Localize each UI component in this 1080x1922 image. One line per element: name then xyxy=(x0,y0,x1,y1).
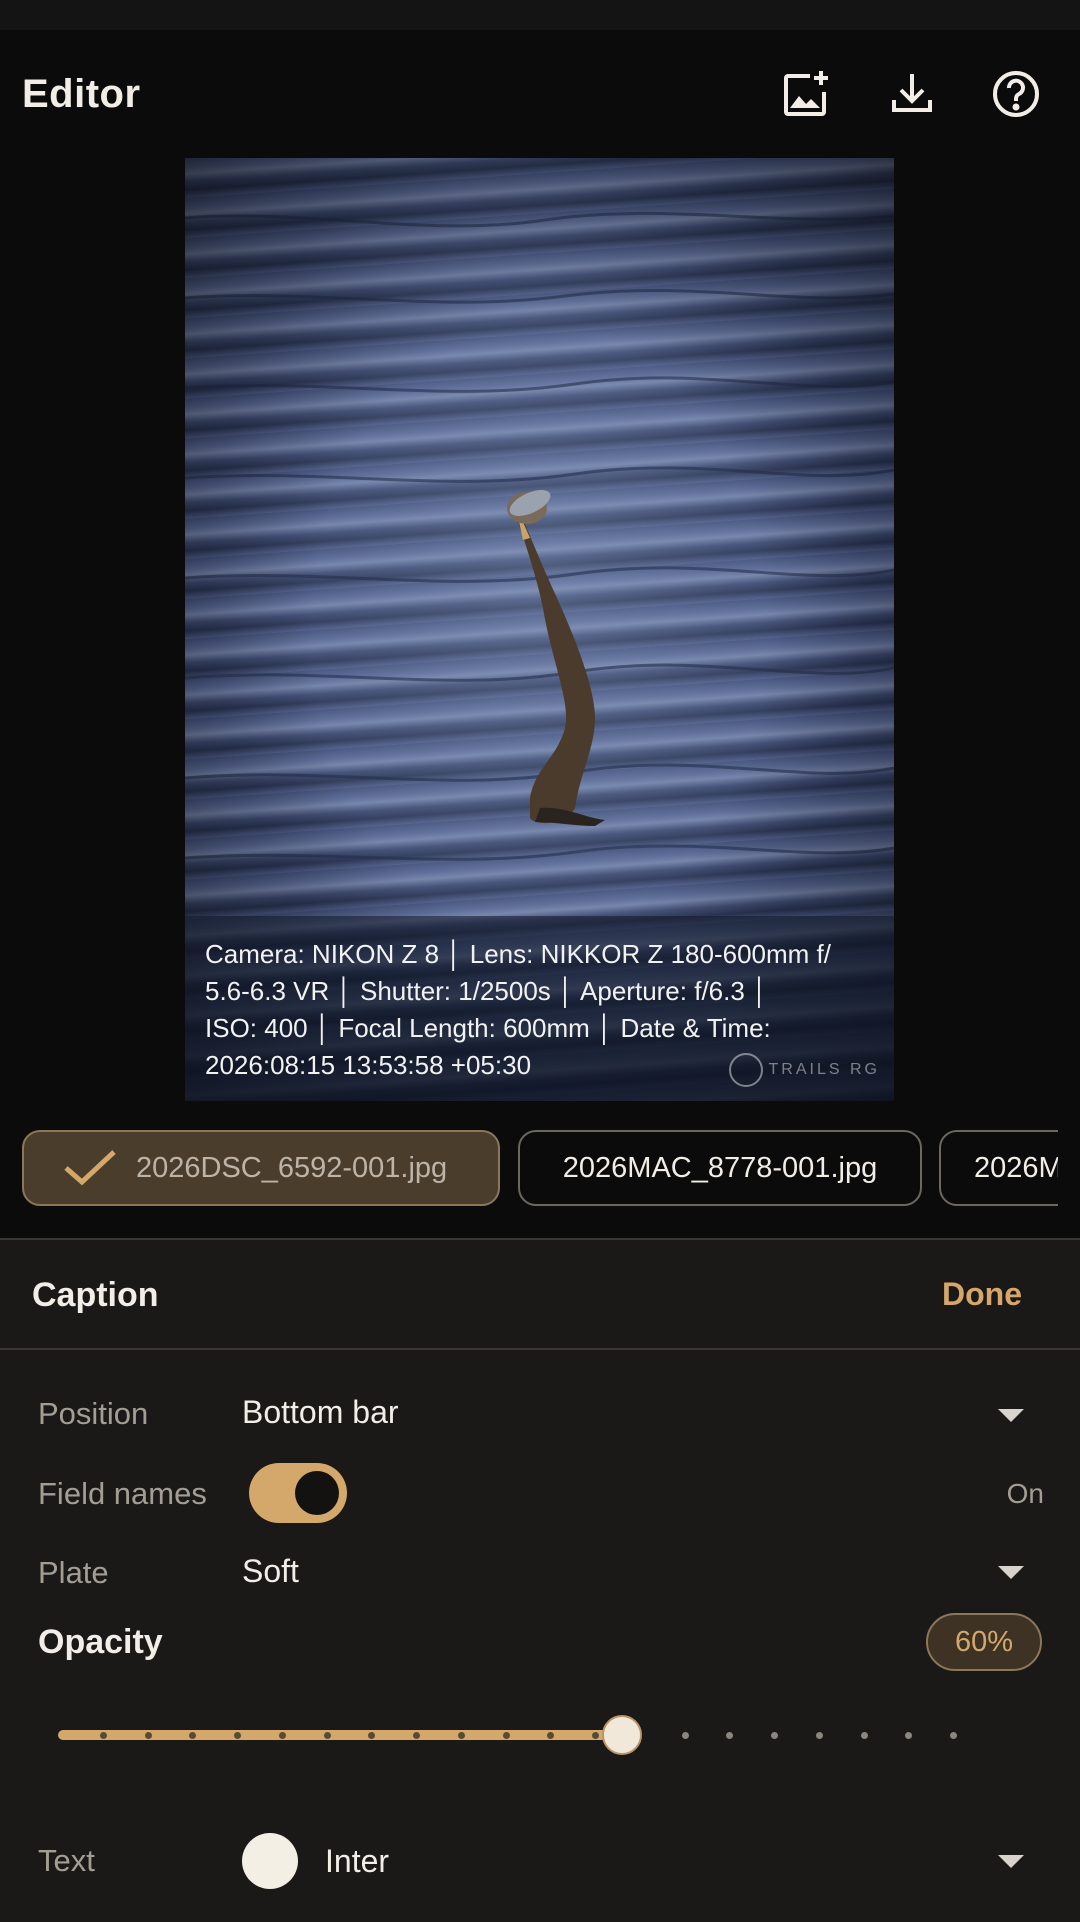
download-icon xyxy=(892,74,932,112)
slider-step-dot xyxy=(503,1732,510,1739)
slider-step-dot xyxy=(100,1732,107,1739)
help-button[interactable] xyxy=(988,66,1044,122)
slider-thumb[interactable] xyxy=(602,1715,642,1755)
check-icon xyxy=(64,1150,116,1186)
field-names-label: Field names xyxy=(38,1476,207,1511)
status-bar xyxy=(0,0,1080,30)
photo-preview[interactable]: Camera: NIKON Z 8 │ Lens: NIKKOR Z 180-6… xyxy=(185,158,894,1101)
font-select[interactable]: Inter xyxy=(325,1843,389,1880)
download-button[interactable] xyxy=(884,66,940,122)
text-color-swatch[interactable] xyxy=(242,1833,298,1889)
slider-step-dot xyxy=(458,1732,465,1739)
add-image-button[interactable] xyxy=(778,66,834,122)
opacity-value-badge: 60% xyxy=(926,1613,1042,1671)
field-names-toggle[interactable] xyxy=(249,1463,347,1523)
slider-track-filled xyxy=(58,1730,622,1740)
file-chip-label: 2026MAC_8778-001.jpg xyxy=(562,1151,878,1184)
slider-step-dot xyxy=(682,1732,689,1739)
slider-step-dot xyxy=(816,1732,823,1739)
font-dropdown-icon[interactable] xyxy=(998,1855,1024,1868)
opacity-slider[interactable] xyxy=(58,1715,998,1755)
caption-line: 5.6-6.3 VR │ Shutter: 1/2500s │ Aperture… xyxy=(205,976,769,1006)
slider-step-dot xyxy=(726,1732,733,1739)
page-title: Editor xyxy=(22,72,141,116)
caption-line: ISO: 400 │ Focal Length: 600mm │ Date & … xyxy=(205,1013,771,1043)
slider-step-dot xyxy=(905,1732,912,1739)
toggle-knob xyxy=(295,1471,339,1515)
plate-label: Plate xyxy=(38,1555,109,1590)
file-chip-row: 2026DSC_6592-001.jpg 2026MAC_8778-001.jp… xyxy=(0,1130,1058,1210)
sheet-title: Caption xyxy=(32,1276,159,1314)
slider-step-dot xyxy=(771,1732,778,1739)
caption-line: Camera: NIKON Z 8 │ Lens: NIKKOR Z 180-6… xyxy=(205,939,831,969)
slider-step-dot xyxy=(189,1732,196,1739)
sheet-header: Caption Done xyxy=(0,1240,1080,1350)
position-select[interactable]: Bottom bar xyxy=(242,1394,399,1431)
text-label: Text xyxy=(38,1843,95,1878)
add-image-icon xyxy=(784,71,828,116)
slider-step-dot xyxy=(413,1732,420,1739)
plate-select[interactable]: Soft xyxy=(242,1553,299,1590)
caption-sheet: Caption Done xyxy=(0,1238,1080,1922)
file-chip-label: 2026M xyxy=(974,1151,1058,1184)
slider-step-dot xyxy=(145,1732,152,1739)
watermark-text: TRAILS RG xyxy=(768,1061,880,1078)
done-button[interactable]: Done xyxy=(942,1276,1022,1313)
watermark-logo-icon xyxy=(728,1053,763,1087)
field-names-state: On xyxy=(1006,1478,1044,1509)
slider-step-dot xyxy=(279,1732,286,1739)
position-label: Position xyxy=(38,1396,149,1431)
slider-step-dot xyxy=(861,1732,868,1739)
plate-dropdown-icon[interactable] xyxy=(998,1566,1024,1579)
caption-plate: Camera: NIKON Z 8 │ Lens: NIKKOR Z 180-6… xyxy=(185,916,894,1101)
slider-step-dot xyxy=(950,1732,957,1739)
help-icon xyxy=(993,71,1039,117)
slider-step-dot xyxy=(324,1732,331,1739)
file-chip[interactable]: 2026MAC_8778-001.jpg xyxy=(518,1130,922,1206)
slider-step-dot xyxy=(547,1732,554,1739)
opacity-label: Opacity xyxy=(38,1623,163,1661)
file-chip[interactable]: 2026M xyxy=(939,1130,1058,1206)
position-dropdown-icon[interactable] xyxy=(998,1409,1024,1422)
slider-step-dot xyxy=(592,1732,599,1739)
watermark: TRAILS RG xyxy=(728,1053,880,1087)
slider-step-dot xyxy=(234,1732,241,1739)
slider-step-dot xyxy=(368,1732,375,1739)
file-chip-label: 2026DSC_6592-001.jpg xyxy=(136,1151,448,1184)
file-chip-selected[interactable]: 2026DSC_6592-001.jpg xyxy=(22,1130,500,1206)
